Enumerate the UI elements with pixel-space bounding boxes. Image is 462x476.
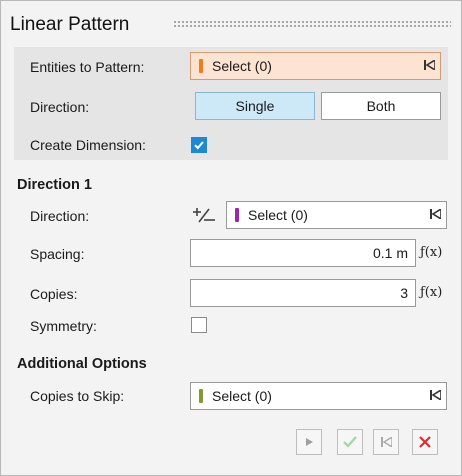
direction1-heading: Direction 1: [17, 177, 92, 193]
copies-input[interactable]: 3: [190, 279, 416, 307]
direction-color-marker: [235, 208, 239, 222]
checkmark-icon: [194, 141, 204, 150]
copies-to-skip-selector[interactable]: Select (0): [190, 382, 447, 410]
direction-label: Direction:: [30, 99, 90, 115]
additional-options-heading: Additional Options: [17, 356, 147, 372]
preview-button[interactable]: [296, 429, 322, 455]
linear-pattern-panel: Linear Pattern Entities to Pattern: Sele…: [0, 0, 462, 476]
spacing-label: Spacing:: [30, 246, 85, 262]
skip-select-text: Select (0): [212, 388, 272, 404]
spacing-function-icon[interactable]: ƒ(x): [420, 245, 442, 260]
end-marker-icon[interactable]: [418, 58, 440, 73]
copies-to-skip-label: Copies to Skip:: [30, 388, 125, 404]
end-marker-icon[interactable]: [424, 207, 446, 222]
create-dimension-checkbox[interactable]: [191, 137, 207, 153]
create-dimension-label: Create Dimension:: [30, 137, 146, 153]
play-icon: [306, 438, 313, 446]
entities-label: Entities to Pattern:: [30, 59, 145, 75]
checkmark-icon: [343, 436, 357, 448]
close-icon: [419, 436, 431, 448]
spacing-input[interactable]: 0.1 m: [190, 239, 416, 267]
skip-color-marker: [199, 389, 203, 403]
end-marker-icon: [380, 437, 392, 447]
title-drag-handle[interactable]: [173, 20, 451, 29]
direction-both-button[interactable]: Both: [321, 92, 441, 120]
symmetry-label: Symmetry:: [30, 318, 97, 334]
direction1-select-text: Select (0): [248, 207, 308, 223]
end-marker-icon[interactable]: [424, 388, 446, 403]
cancel-button[interactable]: [412, 429, 438, 455]
direction1-direction-label: Direction:: [30, 208, 90, 224]
apply-and-close-button[interactable]: [373, 429, 399, 455]
entities-color-marker: [199, 59, 203, 73]
entities-selector[interactable]: Select (0): [190, 52, 441, 80]
direction-single-button[interactable]: Single: [195, 92, 315, 120]
direction1-selector[interactable]: Select (0): [226, 201, 447, 229]
copies-label: Copies:: [30, 286, 78, 302]
symmetry-checkbox[interactable]: [191, 317, 207, 333]
panel-title: Linear Pattern: [10, 14, 130, 35]
plus-minus-icon[interactable]: [191, 206, 217, 226]
copies-function-icon[interactable]: ƒ(x): [420, 285, 442, 300]
apply-button[interactable]: [337, 429, 363, 455]
entities-select-text: Select (0): [212, 58, 272, 74]
